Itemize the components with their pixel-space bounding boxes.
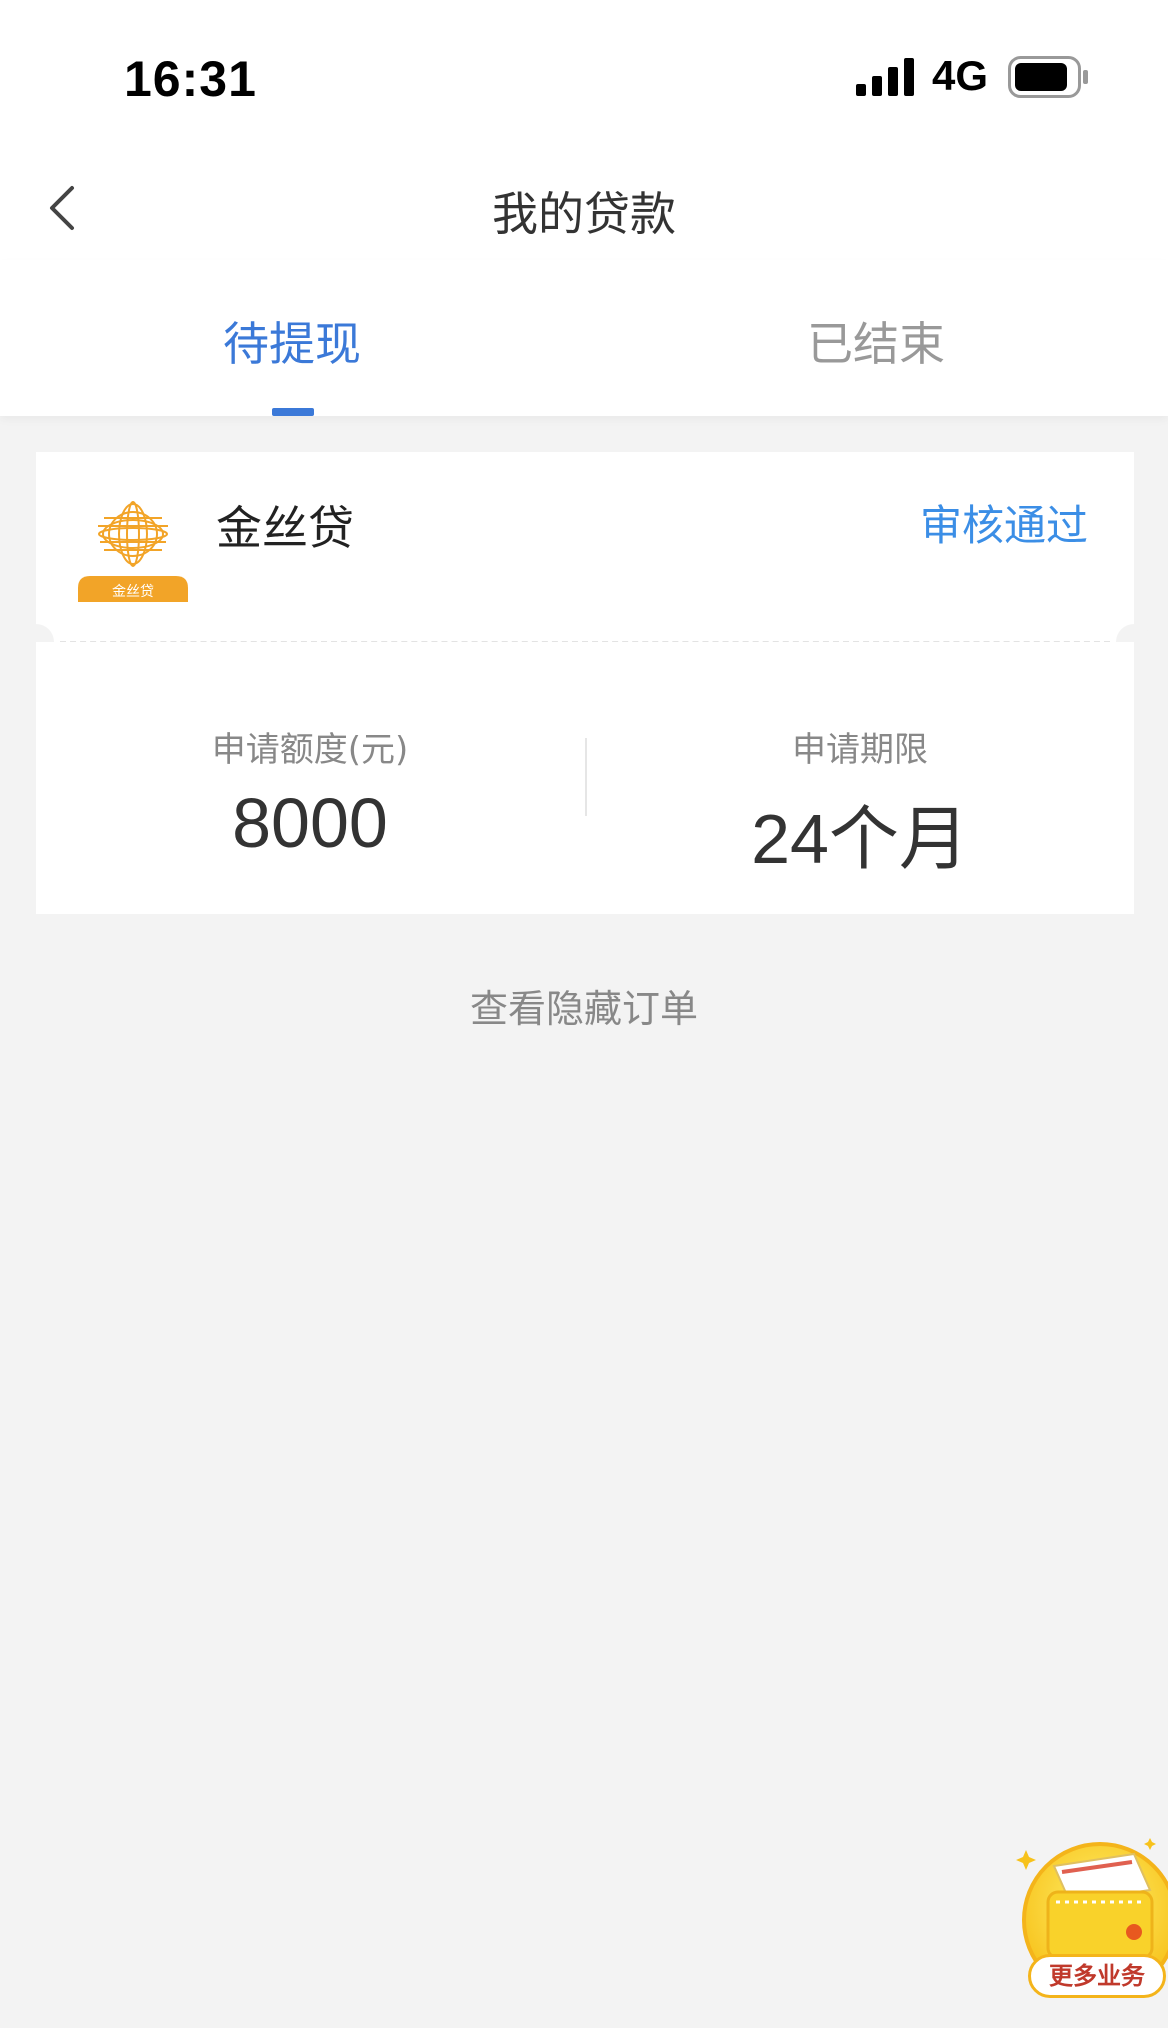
loan-card[interactable]: 金丝贷 金丝贷 审核通过 申请额度(元) 8000 申请期限 24个月 xyxy=(18,452,1152,914)
term-block: 申请期限 24个月 xyxy=(586,722,1134,884)
nav-bar: 我的贷款 xyxy=(0,150,1168,260)
logo-text: 金丝贷 xyxy=(112,584,154,600)
signal-icon xyxy=(856,58,914,96)
view-hidden-orders-link[interactable]: 查看隐藏订单 xyxy=(0,978,1168,1033)
status-bar: 16:31 4G xyxy=(0,0,1168,150)
amount-value: 8000 xyxy=(232,784,388,862)
tab-finished[interactable]: 已结束 xyxy=(584,308,1168,374)
tab-bar: 待提现 已结束 xyxy=(0,260,1168,416)
page-title: 我的贷款 xyxy=(492,187,676,241)
amount-label: 申请额度(元) xyxy=(211,730,409,770)
product-name: 金丝贷 xyxy=(216,501,354,555)
jinsidai-logo: 金丝贷 xyxy=(78,501,188,602)
tab-active-indicator xyxy=(272,408,314,416)
loan-card-header: 金丝贷 金丝贷 审核通过 xyxy=(36,452,1134,642)
more-services-button[interactable]: 更多业务 xyxy=(1014,1832,1168,2002)
network-type: 4G xyxy=(932,52,989,99)
term-label: 申请期限 xyxy=(792,730,928,770)
term-value: 24个月 xyxy=(751,800,969,878)
more-services-label: 更多业务 xyxy=(1028,1954,1166,1998)
amount-block: 申请额度(元) 8000 xyxy=(36,722,584,863)
battery-icon xyxy=(1008,56,1088,98)
tab-pending-withdrawal[interactable]: 待提现 xyxy=(0,308,584,374)
status-time: 16:31 xyxy=(124,51,257,107)
status-badge[interactable]: 审核通过 xyxy=(920,492,1088,553)
